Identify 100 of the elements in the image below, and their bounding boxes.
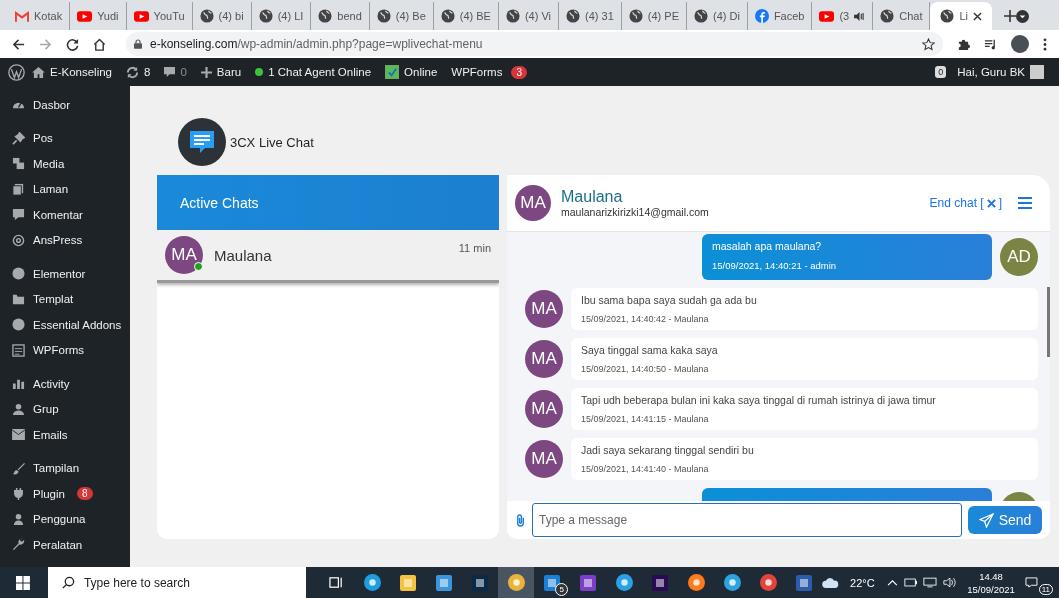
globe-icon bbox=[880, 9, 895, 23]
back-arrow-icon[interactable] bbox=[12, 37, 25, 51]
globe-icon bbox=[318, 9, 333, 23]
sidebar-item[interactable]: Pengguna bbox=[0, 506, 130, 532]
sidebar-item[interactable]: Pos bbox=[0, 125, 130, 151]
sidebar-item[interactable]: Templat bbox=[0, 286, 130, 312]
close-icon[interactable] bbox=[973, 11, 983, 21]
kebab-menu-icon[interactable] bbox=[1043, 37, 1047, 51]
plus-icon bbox=[200, 66, 212, 78]
message-text: Ibu sama bapa saya sudah ga ada bu bbox=[581, 294, 758, 306]
online-toggle[interactable]: Online bbox=[378, 65, 445, 79]
sidebar-item[interactable]: Komentar bbox=[0, 202, 130, 228]
plug-icon bbox=[12, 487, 25, 501]
wpforms-link[interactable]: WPForms 3 bbox=[444, 65, 534, 79]
sidebar-item[interactable]: AnsPress bbox=[0, 227, 130, 253]
agents-status[interactable]: 1 Chat Agent Online bbox=[248, 66, 379, 78]
sidebar-item[interactable]: WPForms bbox=[0, 337, 130, 363]
round-app-icon bbox=[759, 574, 777, 591]
checkbox[interactable] bbox=[385, 65, 400, 79]
avatar: AD bbox=[1000, 238, 1038, 276]
lock-icon bbox=[134, 39, 142, 49]
tab-title: Faceb bbox=[773, 10, 805, 22]
site-link[interactable]: E-Konseling bbox=[25, 66, 119, 78]
menu-label: Templat bbox=[33, 293, 74, 306]
message-meta: 15/09/2021, 14:40:50 - Maulana bbox=[581, 364, 710, 374]
sidebar-item[interactable]: Activity bbox=[0, 371, 130, 397]
playlist-icon[interactable] bbox=[984, 37, 997, 51]
avatar-icon[interactable] bbox=[1011, 35, 1029, 53]
envelope-icon bbox=[12, 429, 25, 441]
taskbar-app[interactable]: 5 bbox=[534, 567, 571, 598]
globe-icon bbox=[199, 9, 214, 23]
search-field[interactable]: Type here to search bbox=[47, 567, 307, 598]
tab-title: (4) Di bbox=[713, 10, 740, 22]
account-link[interactable]: Hai, Guru BK bbox=[950, 65, 1051, 79]
sidebar-item[interactable]: Laman bbox=[0, 176, 130, 202]
chat-logo-icon bbox=[178, 118, 226, 166]
group-icon bbox=[12, 402, 25, 416]
cloud-icon[interactable] bbox=[822, 577, 840, 588]
updates-link[interactable]: 8 bbox=[119, 65, 158, 79]
send-button[interactable]: Send bbox=[968, 506, 1042, 534]
end-chat-link[interactable]: End chat [ ] bbox=[929, 196, 1002, 210]
clock-time[interactable]: 14.48 bbox=[979, 569, 1003, 583]
pin-icon bbox=[12, 131, 25, 145]
sidebar-item[interactable]: Elementor bbox=[0, 261, 130, 287]
speech-bubble-icon bbox=[164, 66, 176, 78]
message-input[interactable]: Type a message bbox=[532, 503, 962, 537]
menu-label: Grup bbox=[33, 403, 59, 416]
square-app-icon bbox=[436, 574, 453, 591]
sidebar-item[interactable]: Essential Addons bbox=[0, 312, 130, 338]
round-app-icon bbox=[507, 574, 525, 591]
close-icon bbox=[986, 198, 996, 208]
wp-logo-icon[interactable] bbox=[8, 63, 25, 81]
new-link[interactable]: Baru bbox=[193, 66, 249, 78]
sidebar-item[interactable]: Media bbox=[0, 151, 130, 177]
message-text: Jadi saya sekarang tinggal sendiri bu bbox=[581, 444, 755, 456]
address-bar[interactable]: e-konseling.com/wp-admin/admin.php?page=wplivechat-menu bbox=[126, 32, 943, 56]
taskbar-app[interactable] bbox=[498, 567, 535, 598]
chevron-up-icon[interactable] bbox=[886, 579, 898, 586]
tab-search-icon[interactable] bbox=[1016, 9, 1030, 23]
puzzle-icon[interactable] bbox=[957, 37, 970, 51]
battery-icon[interactable] bbox=[903, 578, 918, 587]
globe-icon bbox=[566, 9, 581, 23]
form-icon bbox=[12, 343, 25, 357]
menu-icon[interactable] bbox=[1018, 197, 1032, 209]
chat-list-item[interactable]: MA Maulana 11 min bbox=[157, 230, 499, 283]
url-text: e-konseling.com/wp-admin/admin.php?page=wplivechat-menu bbox=[150, 37, 483, 51]
star-icon[interactable] bbox=[922, 37, 935, 51]
notification-count[interactable]: 0 bbox=[935, 66, 947, 78]
round-app-icon bbox=[687, 574, 705, 591]
windows-logo-icon[interactable] bbox=[16, 575, 30, 590]
reload-icon[interactable] bbox=[66, 37, 79, 51]
paperclip-icon[interactable] bbox=[515, 512, 526, 528]
user-avatar-icon bbox=[1030, 65, 1044, 79]
square-app-icon bbox=[796, 574, 813, 591]
browser-tab[interactable]: Li bbox=[930, 2, 993, 30]
menu-label: Dasbor bbox=[33, 98, 71, 111]
new-tab-icon[interactable] bbox=[1004, 10, 1017, 22]
temperature[interactable]: 22°C bbox=[850, 576, 875, 589]
message-meta: 15/09/2021, 14:40:42 - Maulana bbox=[581, 314, 710, 324]
paper-plane-icon bbox=[978, 512, 994, 528]
tab-title: (4) LI bbox=[277, 10, 304, 22]
globe-icon bbox=[940, 9, 955, 23]
sidebar-item[interactable]: Plugin 8 bbox=[0, 481, 130, 507]
globe-icon bbox=[440, 9, 455, 23]
notification-icon[interactable] bbox=[1024, 577, 1038, 588]
clock-date[interactable]: 15/09/2021 bbox=[967, 582, 1015, 596]
sidebar-item[interactable]: Emails bbox=[0, 422, 130, 448]
comments-link[interactable]: 0 bbox=[157, 66, 194, 78]
sidebar-item[interactable]: Peralatan bbox=[0, 532, 130, 558]
home-icon[interactable] bbox=[93, 37, 106, 51]
speaker-icon[interactable] bbox=[943, 577, 958, 588]
speaker-icon[interactable] bbox=[854, 11, 866, 21]
sidebar-item[interactable]: Tampilan bbox=[0, 455, 130, 481]
count-badge: 5 bbox=[555, 583, 569, 596]
monitor-icon[interactable] bbox=[923, 577, 938, 588]
contact-email: maulanarizkirizki14@gmail.com bbox=[561, 206, 710, 218]
tab-title: Kotak bbox=[34, 10, 63, 22]
sidebar-item[interactable]: Grup bbox=[0, 396, 130, 422]
sidebar-item[interactable]: Dasbor bbox=[0, 92, 130, 118]
count-badge: 8 bbox=[76, 487, 93, 501]
